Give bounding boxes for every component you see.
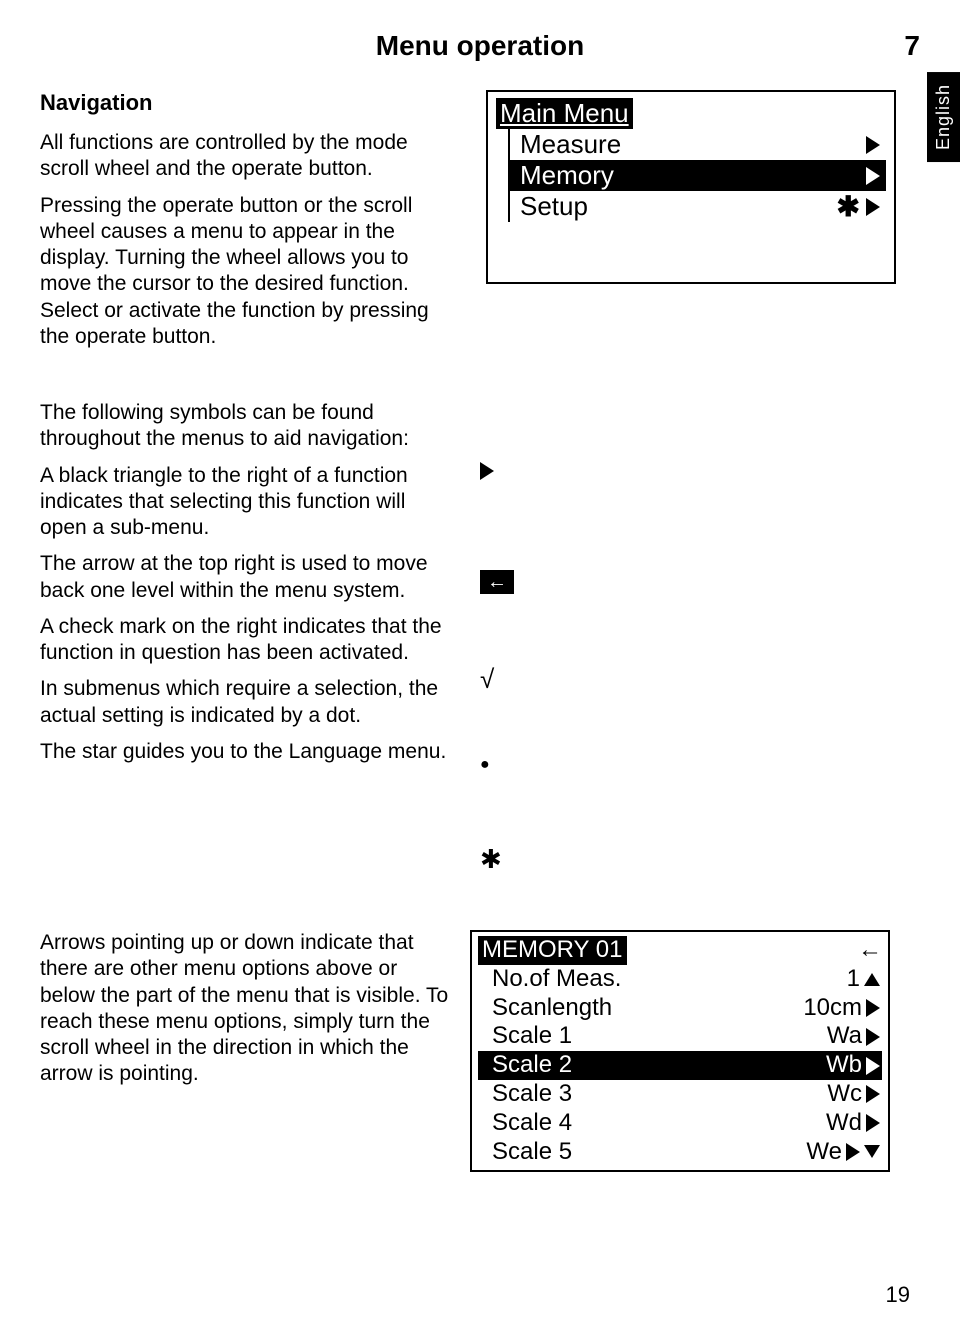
symbol-desc-dot: In submenus which require a selection, t… [40, 676, 450, 729]
symbol-desc-check: A check mark on the right indicates that… [40, 614, 450, 667]
memory-row-value: Wa [827, 1022, 862, 1051]
back-arrow-icon: ← [480, 570, 514, 664]
menu-item-label: Memory [520, 160, 614, 191]
memory-menu-title: MEMORY 01 [478, 936, 627, 965]
nav-paragraph-2: Pressing the operate button or the scrol… [40, 193, 450, 351]
triangle-up-icon [864, 973, 880, 986]
triangle-right-icon [866, 1085, 880, 1103]
memory-menu-display: MEMORY 01 ← No.of Meas.1Scanlength10cmSc… [470, 930, 890, 1172]
memory-menu-row: Scanlength 10cm [478, 994, 882, 1023]
memory-menu-row: Scale 4 Wd [478, 1109, 882, 1138]
triangle-right-icon [866, 1057, 880, 1075]
memory-row-label: Scale 1 [492, 1022, 572, 1051]
memory-row-value: 10cm [803, 994, 862, 1023]
memory-row-value: Wc [827, 1080, 862, 1109]
triangle-right-icon [866, 1114, 880, 1132]
triangle-right-icon [866, 167, 880, 185]
memory-menu-row: No.of Meas. 1 [478, 965, 882, 994]
main-menu-item: Measure [510, 129, 886, 160]
scroll-arrows-desc: Arrows pointing up or down indicate that… [40, 930, 450, 1088]
triangle-right-icon [866, 198, 880, 216]
triangle-right-icon [866, 999, 880, 1017]
memory-row-value: We [806, 1138, 842, 1167]
star-icon: ✱ [837, 200, 860, 214]
triangle-right-icon [846, 1143, 860, 1161]
memory-row-value: Wb [826, 1051, 862, 1080]
language-tab: English [927, 72, 960, 162]
menu-item-label: Measure [520, 129, 621, 160]
main-menu-item: Memory [510, 160, 886, 191]
memory-row-label: Scale 2 [492, 1051, 572, 1080]
triangle-down-icon [864, 1145, 880, 1158]
section-title-navigation: Navigation [40, 90, 450, 116]
memory-row-label: Scale 5 [492, 1138, 572, 1167]
triangle-right-icon [480, 462, 494, 570]
chapter-number: 7 [904, 30, 920, 62]
triangle-right-icon [866, 1028, 880, 1046]
nav-paragraph-1: All functions are controlled by the mode… [40, 130, 450, 183]
symbol-desc-triangle: A black triangle to the right of a funct… [40, 463, 450, 542]
symbols-intro: The following symbols can be found throu… [40, 400, 450, 453]
main-menu-item: Setup ✱ [510, 191, 886, 222]
header-title: Menu operation [376, 30, 584, 62]
check-mark-icon: √ [480, 664, 494, 756]
memory-row-label: No.of Meas. [492, 965, 621, 994]
memory-menu-row: Scale 5 We [478, 1138, 882, 1167]
memory-row-label: Scale 3 [492, 1080, 572, 1109]
page-header: Menu operation 7 [40, 30, 920, 62]
menu-item-label: Setup [520, 191, 588, 222]
memory-row-label: Scanlength [492, 994, 612, 1023]
memory-row-value: Wd [826, 1109, 862, 1138]
memory-menu-row: Scale 1 Wa [478, 1022, 882, 1051]
dot-icon: ● [480, 756, 490, 844]
memory-menu-row: Scale 3 Wc [478, 1080, 882, 1109]
main-menu-title: Main Menu [496, 98, 633, 129]
memory-menu-row: Scale 2 Wb [478, 1051, 882, 1080]
memory-row-label: Scale 4 [492, 1109, 572, 1138]
back-arrow-thin-icon: ← [858, 936, 882, 965]
star-icon: ✱ [480, 844, 502, 894]
main-menu-display: Main Menu MeasureMemorySetup ✱ [486, 90, 896, 284]
symbol-desc-arrow: The arrow at the top right is used to mo… [40, 551, 450, 604]
triangle-right-icon [866, 136, 880, 154]
symbol-desc-star: The star guides you to the Language menu… [40, 739, 450, 765]
memory-row-value: 1 [847, 965, 860, 994]
page-number: 19 [886, 1282, 910, 1308]
